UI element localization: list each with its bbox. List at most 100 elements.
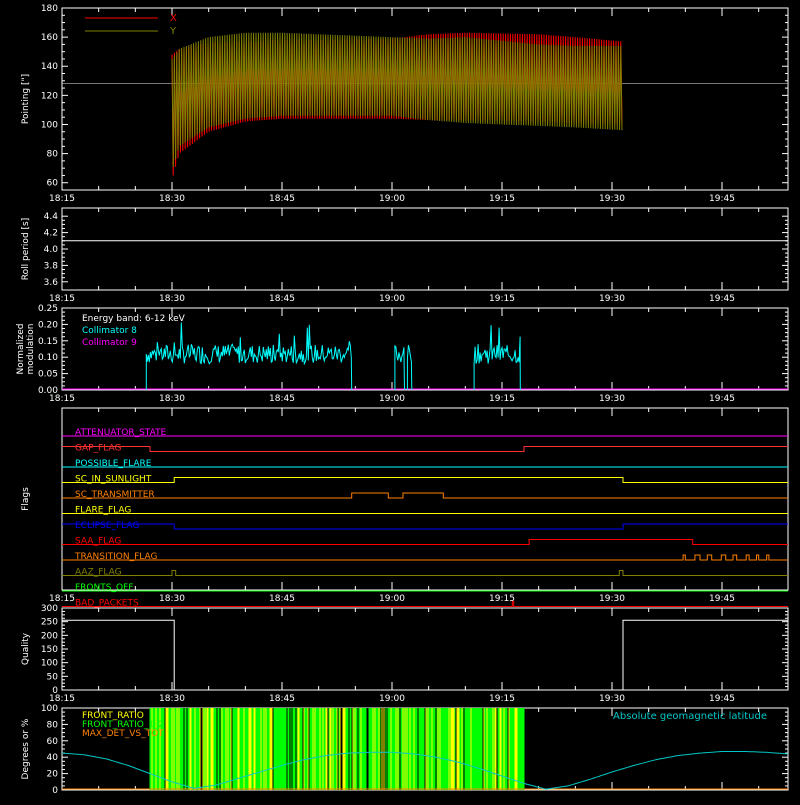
quality-ytick-label: 250 (41, 618, 58, 628)
modulation-time-label: 18:30 (159, 394, 185, 404)
modulation-time-label: 19:45 (709, 394, 735, 404)
roll-time-label: 18:15 (49, 294, 75, 304)
quality-ylabel: Quality (21, 632, 31, 665)
modulation-time-label: 19:30 (599, 394, 625, 404)
ratios-legend-2: MAX_DET_VS_TOT (82, 729, 164, 739)
quality-ytick-label: 50 (47, 672, 59, 682)
flags-time-label: 18:45 (269, 594, 295, 604)
geomag-legend: Absolute geomagnetic latitude (613, 711, 767, 722)
ratios-ytick-label: 20 (47, 770, 59, 780)
roll-time-label: 19:00 (379, 294, 405, 304)
flag-line-aaz_flag (62, 570, 788, 576)
flags-time-label: 19:30 (599, 594, 625, 604)
modulation-ytick-label: 0.20 (38, 320, 58, 330)
pointing-time-label: 19:15 (489, 194, 515, 204)
roll-time-label: 18:45 (269, 294, 295, 304)
pointing-ytick-label: 180 (41, 4, 58, 14)
collimator8-segment (145, 322, 353, 391)
modulation-legend-collimator9: Collimator 9 (82, 338, 137, 348)
pointing-legend-label-X: X (170, 13, 177, 24)
front-ratio-bars (149, 708, 525, 790)
flags-frame (61, 407, 789, 591)
pointing-time-label: 19:45 (709, 194, 735, 204)
flags-time-label: 19:00 (379, 594, 405, 604)
roll-time-label: 19:30 (599, 294, 625, 304)
quality-time-label: 19:30 (599, 694, 625, 704)
flag-label-saa_flag: SAA_FLAG (75, 537, 121, 547)
flag-line-saa_flag (62, 539, 788, 545)
roll-time-label: 18:30 (159, 294, 185, 304)
modulation-ytick-label: 0.15 (38, 337, 58, 347)
pointing-legend-label-Y: Y (169, 26, 177, 37)
pointing-time-label: 18:45 (269, 194, 295, 204)
flag-label-bad_packets: BAD_PACKETS (75, 599, 139, 609)
modulation-ylabel: modulation (26, 324, 36, 375)
pointing-time-label: 18:30 (159, 194, 185, 204)
roll-time-label: 19:45 (709, 294, 735, 304)
ratios-ytick-label: 80 (47, 720, 59, 730)
ratios-ylabel: Degrees or % (21, 718, 31, 779)
flag-label-sc_transmitter: SC_TRANSMITTER (75, 490, 155, 500)
pointing-ytick-label: 60 (47, 179, 59, 189)
flags-time-label: 18:15 (49, 594, 75, 604)
figure-canvas: 60 80 100 120 140 160 180 Pointing ["] XY 18:15 18… (16, 4, 789, 796)
flag-label-flare_flag: FLARE_FLAG (75, 506, 131, 516)
ratios-ytick-label: 40 (47, 753, 59, 763)
roll-ytick-label: 3.8 (44, 261, 59, 271)
quality-time-label: 19:45 (709, 694, 735, 704)
pointing-ylabel: Pointing ["] (21, 74, 31, 124)
roll-ytick-label: 3.6 (44, 278, 59, 288)
quality-time-label: 18:45 (269, 694, 295, 704)
modulation-annotation: Energy band: 6-12 keV (82, 314, 186, 324)
roll-ytick-label: 4.2 (44, 229, 58, 239)
flags-time-label: 18:30 (159, 594, 185, 604)
pointing-ytick-label: 80 (47, 150, 59, 160)
pointing-series-Y (171, 32, 623, 168)
collimator8-segment (394, 344, 405, 391)
ratios-ytick-label: 0 (52, 786, 58, 796)
flags-time-label: 19:45 (709, 594, 735, 604)
modulation-ylabel: Normalized (16, 323, 26, 374)
flag-label-possible_flare: POSSIBLE_FLARE (75, 459, 152, 469)
quality-ytick-label: 100 (41, 659, 58, 669)
quality-time-label: 19:00 (379, 694, 405, 704)
quality-time-label: 19:15 (489, 694, 515, 704)
roll-ytick-label: 4.4 (44, 212, 59, 222)
modulation-ytick-label: 0.05 (38, 370, 58, 380)
pointing-time-label: 19:00 (379, 194, 405, 204)
ratios-ytick-label: 100 (41, 704, 58, 714)
flag-label-fronts_off: FRONTS_OFF (75, 583, 133, 593)
modulation-time-label: 19:00 (379, 394, 405, 404)
flag-label-attenuator_state: ATTENUATOR_STATE (75, 428, 167, 438)
roll-time-label: 19:15 (489, 294, 515, 304)
flag-line-gap_flag (62, 446, 788, 452)
modulation-ytick-label: 0.10 (38, 353, 58, 363)
pointing-ytick-label: 160 (41, 33, 58, 43)
roll-frame (61, 207, 789, 291)
flag-line-transition_flag (62, 554, 788, 561)
quality-time-label: 18:15 (49, 694, 75, 704)
pointing-time-label: 18:15 (49, 194, 75, 204)
pointing-ytick-label: 140 (41, 62, 58, 72)
modulation-time-label: 19:15 (489, 394, 515, 404)
flag-label-aaz_flag: AAZ_FLAG (75, 568, 122, 578)
modulation-ytick-label: 0.25 (38, 304, 58, 314)
pointing-time-label: 19:30 (599, 194, 625, 204)
flags-ylabel: Flags (21, 487, 31, 511)
quality-ytick-label: 150 (41, 645, 58, 655)
quality-ytick-label: 200 (41, 631, 58, 641)
flag-label-transition_flag: TRANSITION_FLAG (74, 552, 158, 562)
pointing-ytick-label: 120 (41, 91, 58, 101)
roll-ytick-label: 4.0 (44, 245, 59, 255)
flag-label-sc_in_sunlight: SC_IN_SUNLIGHT (75, 475, 152, 485)
collimator8-segment (406, 344, 413, 391)
quality-series (62, 619, 788, 691)
quality-ytick-label: 300 (41, 604, 58, 614)
flag-label-gap_flag: GAP_FLAG (75, 444, 121, 454)
collimator8-segment (473, 325, 521, 391)
quality-time-label: 18:30 (159, 694, 185, 704)
modulation-time-label: 18:45 (269, 394, 295, 404)
pointing-ytick-label: 100 (41, 120, 58, 130)
flag-line-sc_transmitter (62, 492, 788, 499)
flag-label-eclipse_flag: ECLIPSE_FLAG (75, 521, 139, 531)
